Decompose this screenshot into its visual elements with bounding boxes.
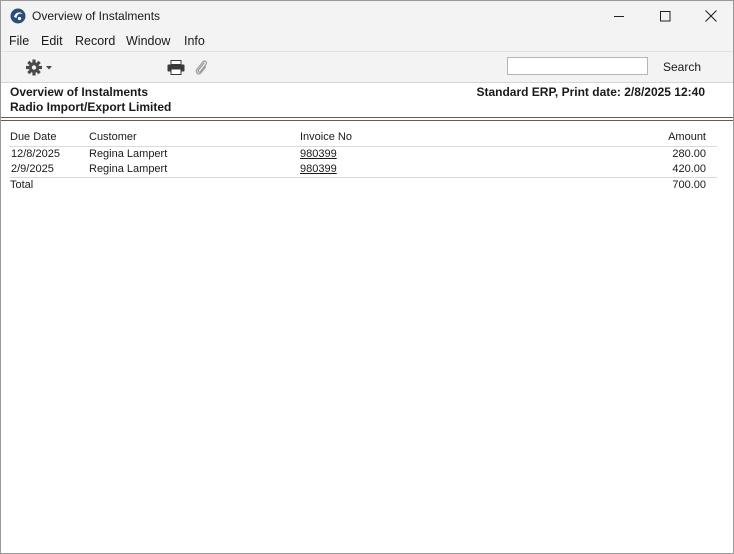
column-header-invoice-no: Invoice No (300, 131, 352, 143)
cell-customer: Regina Lampert (89, 163, 168, 175)
app-logo-icon (10, 8, 26, 24)
gear-icon (26, 59, 42, 76)
column-header-amount: Amount (668, 131, 706, 143)
invoice-link[interactable]: 980399 (300, 148, 337, 160)
gear-menu-button[interactable] (26, 59, 56, 79)
menu-window[interactable]: Window (126, 34, 170, 48)
minimize-button[interactable] (596, 1, 642, 31)
invoice-link[interactable]: 980399 (300, 163, 337, 175)
total-amount: 700.00 (672, 179, 706, 191)
menu-edit[interactable]: Edit (41, 34, 63, 48)
cell-amount: 420.00 (672, 163, 706, 175)
header-row-divider (9, 146, 717, 147)
report-window: Overview of Instalments File Edit Record… (0, 0, 734, 554)
menu-record[interactable]: Record (75, 34, 115, 48)
chevron-down-icon (46, 66, 52, 70)
menu-info[interactable]: Info (184, 34, 205, 48)
paperclip-icon (195, 60, 208, 75)
total-row-divider (9, 177, 717, 178)
cell-amount: 280.00 (672, 148, 706, 160)
print-info: Standard ERP, Print date: 2/8/2025 12:40 (476, 85, 705, 99)
report-title: Overview of Instalments (10, 85, 149, 99)
minimize-icon (613, 15, 624, 17)
menu-bar: File Edit Record Window Info (1, 31, 733, 52)
close-button[interactable] (688, 1, 734, 31)
maximize-icon (659, 10, 670, 21)
close-icon (705, 10, 717, 22)
cell-due-date: 12/8/2025 (11, 148, 60, 160)
maximize-button[interactable] (642, 1, 688, 31)
total-label: Total (10, 179, 34, 191)
menu-file[interactable]: File (9, 34, 29, 48)
cell-customer: Regina Lampert (89, 148, 168, 160)
search-button[interactable]: Search (663, 60, 701, 74)
report-header: Overview of Instalments Radio Import/Exp… (1, 83, 733, 120)
title-bar[interactable]: Overview of Instalments (1, 1, 733, 31)
column-header-customer: Customer (89, 131, 137, 143)
column-header-due-date: Due Date (10, 131, 57, 143)
cell-due-date: 2/9/2025 (11, 163, 54, 175)
printer-icon (167, 60, 185, 75)
print-button[interactable] (167, 60, 185, 78)
window-title: Overview of Instalments (32, 9, 161, 23)
attachment-button[interactable] (194, 59, 208, 79)
company-name: Radio Import/Export Limited (10, 100, 172, 114)
header-divider (1, 117, 733, 121)
search-input[interactable] (507, 57, 648, 75)
toolbar: Search (1, 52, 733, 83)
